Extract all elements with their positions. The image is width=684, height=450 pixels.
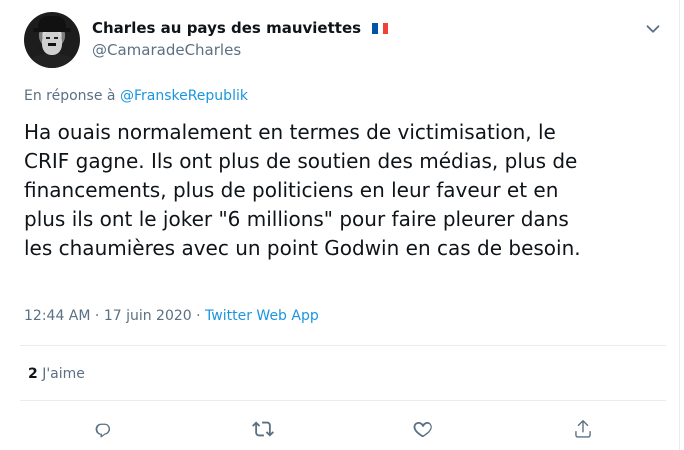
france-flag-icon [372,23,389,34]
like-icon [413,421,432,438]
author-display-name-text: Charles au pays des mauviettes [92,19,362,37]
divider [20,400,666,401]
reply-handle-link[interactable]: @FranskeRepublik [120,88,248,104]
retweet-button[interactable] [252,418,278,444]
tweet-date[interactable]: 17 juin 2020 [104,308,192,324]
tweet-text-line: plus ils ont le joker "6 millions" pour … [24,207,569,231]
likes-stat[interactable]: 2 J'aime [28,366,85,382]
reply-prefix: En réponse à [24,88,116,104]
reply-icon [95,423,111,438]
avatar[interactable] [24,12,80,68]
chevron-down-icon [646,25,660,33]
divider [20,345,666,346]
column-border [679,0,680,450]
avatar-figure-hat-brim [33,28,71,32]
share-icon [575,420,591,438]
tweet-text-line: financements, plus de politiciens en leu… [24,178,559,202]
like-button[interactable] [412,418,438,444]
avatar-figure-eye [46,37,50,39]
likes-label: J'aime [42,366,85,382]
share-button[interactable] [572,418,598,444]
avatar-figure-mustache [48,43,56,46]
tweet-header: Charles au pays des mauviettes @Camarade… [24,12,674,70]
tweet-text-line: les chaumières avec un point Godwin en c… [24,236,581,260]
author-handle[interactable]: @CamaradeCharles [92,40,388,60]
avatar-figure-body [30,54,74,68]
reply-button[interactable] [92,418,118,444]
meta-separator: · [94,308,100,324]
tweet-text-line: Ha ouais normalement en termes de victim… [24,120,556,144]
tweet-meta: 12:44 AM · 17 juin 2020 · Twitter Web Ap… [24,308,319,324]
avatar-figure-eye [54,37,58,39]
author-names: Charles au pays des mauviettes @Camarade… [92,18,389,60]
tweet-card: Charles au pays des mauviettes @Camarade… [0,0,684,450]
tweet-text-line: CRIF gagne. Ils ont plus de soutien des … [24,149,578,173]
likes-count: 2 [28,366,38,382]
retweet-icon [252,421,274,437]
tweet-time[interactable]: 12:44 AM [24,308,90,324]
tweet-text: Ha ouais normalement en termes de victim… [24,118,674,263]
reply-context: En réponse à @FranskeRepublik [24,88,248,104]
author-display-name[interactable]: Charles au pays des mauviettes [92,18,389,38]
more-options-button[interactable] [642,18,664,40]
tweet-source-link[interactable]: Twitter Web App [205,308,319,324]
meta-separator: · [196,308,201,324]
tweet-actions [0,412,684,450]
